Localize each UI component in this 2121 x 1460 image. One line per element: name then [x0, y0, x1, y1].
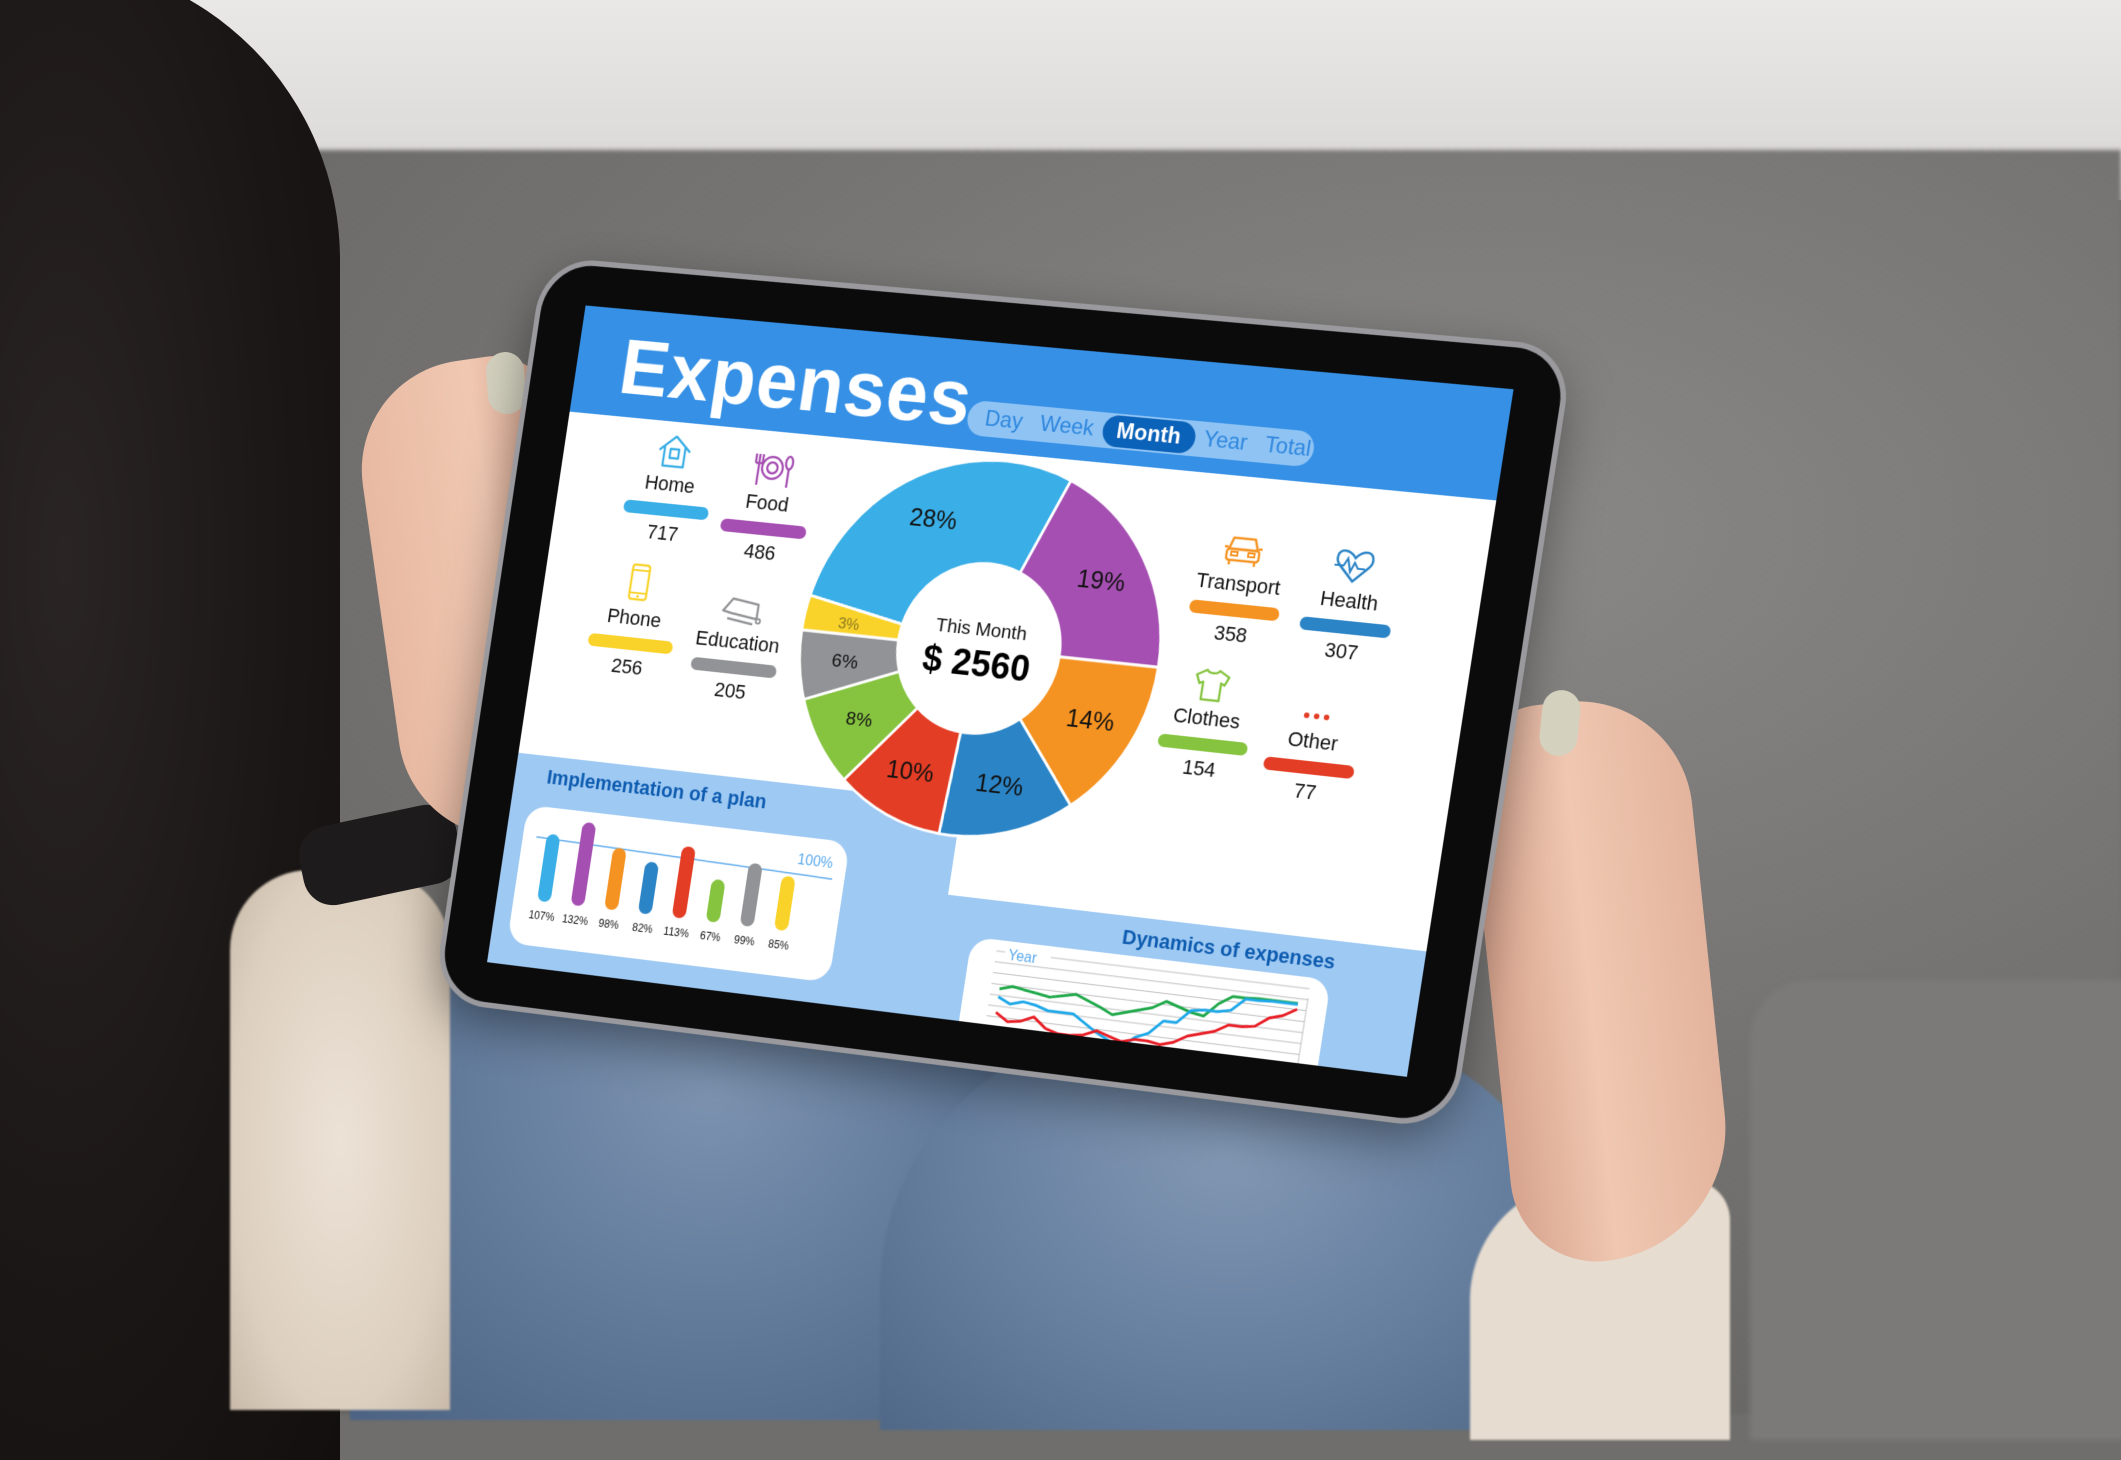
home-icon	[621, 424, 729, 474]
category-other[interactable]: Other 77	[1249, 679, 1376, 810]
grid-line	[988, 1005, 1301, 1044]
plan-bar-phone[interactable]	[774, 876, 796, 932]
x-tick	[1008, 1048, 1009, 1052]
donut-label-transport: 14%	[1064, 703, 1116, 736]
expense-donut-chart: 28%19%14%12%10%8%6%3% This Month $ 2560	[768, 438, 1194, 862]
donut-label-home: 28%	[908, 502, 959, 534]
tab-day[interactable]: Day	[974, 402, 1034, 438]
tab-month[interactable]: Month	[1100, 414, 1197, 454]
plan-bar-clothes[interactable]	[706, 879, 726, 923]
graduation-cap-icon	[689, 582, 797, 633]
x-tick	[1103, 1060, 1104, 1064]
x-tick	[1212, 1073, 1213, 1076]
x-tick	[1225, 1075, 1226, 1077]
donut-center-total: $ 2560	[920, 638, 1033, 690]
tab-total[interactable]: Total	[1254, 429, 1323, 467]
line-legend-year: Year	[1007, 946, 1038, 967]
x-tick	[1035, 1051, 1036, 1055]
category-value: 358	[1175, 617, 1286, 652]
background-sweater-sleeve	[230, 870, 450, 1410]
grid-line	[991, 983, 1304, 1021]
category-label: Food	[714, 486, 820, 520]
category-value: 307	[1285, 634, 1397, 670]
tab-week[interactable]: Week	[1029, 408, 1105, 446]
donut-label-other: 10%	[885, 755, 936, 788]
plan-bar-label: 107%	[528, 910, 555, 925]
grid-line	[985, 1027, 1298, 1066]
x-tick	[1157, 1067, 1158, 1071]
donut-label-clothes: 8%	[844, 708, 873, 732]
x-tick	[1130, 1063, 1131, 1067]
plan-bar-label: 132%	[561, 914, 588, 929]
category-value: 205	[677, 674, 783, 709]
plan-bar-food[interactable]	[570, 822, 596, 907]
left-thumbnail	[485, 351, 527, 415]
category-clothes[interactable]: Clothes 154	[1144, 656, 1270, 786]
plan-bar-label: 99%	[733, 935, 755, 949]
plan-bar-health[interactable]	[638, 861, 659, 914]
category-transport[interactable]: Transport 358	[1175, 522, 1301, 652]
grid-line	[993, 973, 1306, 1011]
plan-bar-label: 82%	[631, 922, 653, 936]
background-cushion	[1750, 980, 2121, 1440]
category-label: Home	[617, 468, 722, 502]
plan-reference-label: 100%	[797, 850, 835, 871]
plan-bar-education[interactable]	[740, 863, 763, 927]
tab-year[interactable]: Year	[1192, 423, 1258, 460]
x-tick	[1116, 1061, 1117, 1065]
x-tick	[1143, 1065, 1144, 1069]
car-icon	[1187, 522, 1301, 574]
x-tick	[1076, 1056, 1077, 1060]
grid-line	[983, 1037, 1296, 1076]
donut-label-phone: 3%	[837, 615, 861, 634]
plan-bar-label: 98%	[598, 918, 620, 932]
category-education[interactable]: Education 205	[677, 582, 797, 709]
category-value: 256	[575, 650, 680, 684]
more-dots-icon	[1261, 679, 1376, 732]
category-color-bar	[1299, 616, 1392, 638]
x-tick	[1049, 1053, 1050, 1057]
tablet-device: Expenses Day Week Month Year Total 28% 19…	[438, 262, 1568, 1124]
x-tick	[995, 1046, 996, 1050]
category-color-bar	[1189, 599, 1281, 621]
page-title: Expenses	[614, 322, 979, 445]
line-series-blue[interactable]	[993, 969, 1298, 1069]
plan-bar-label: 85%	[767, 939, 789, 953]
category-health[interactable]: Health 307	[1285, 539, 1412, 670]
donut-label-health: 12%	[974, 768, 1026, 801]
x-tick	[1198, 1072, 1199, 1076]
x-tick	[982, 1044, 983, 1048]
category-color-bar	[720, 518, 807, 539]
category-phone[interactable]: Phone 256	[575, 558, 694, 684]
tablet-screen: Expenses Day Week Month Year Total 28% 19…	[487, 305, 1514, 1076]
x-tick	[1184, 1070, 1185, 1074]
donut-label-education: 6%	[830, 650, 859, 674]
plan-bar-label: 113%	[663, 926, 690, 941]
category-food[interactable]: Food 486	[707, 443, 827, 569]
plan-bar-transport[interactable]	[604, 847, 627, 910]
category-value: 717	[610, 516, 715, 550]
category-color-bar	[587, 633, 673, 655]
x-tick	[1089, 1058, 1090, 1062]
plan-bar-label: 67%	[699, 931, 721, 945]
category-value: 486	[707, 535, 813, 569]
x-tick	[1171, 1068, 1172, 1072]
category-value: 154	[1144, 751, 1255, 787]
category-color-bar	[623, 499, 710, 520]
category-value: 77	[1249, 774, 1361, 810]
plan-bar-home[interactable]	[537, 834, 560, 903]
line-series-red[interactable]	[994, 973, 1297, 1062]
tshirt-icon	[1156, 656, 1270, 708]
heart-pulse-icon	[1297, 539, 1412, 591]
food-plate-icon	[718, 443, 827, 493]
donut-label-food: 19%	[1075, 564, 1127, 597]
x-tick	[1022, 1049, 1023, 1053]
smartphone-icon	[586, 558, 693, 608]
x-tick	[1062, 1055, 1063, 1059]
